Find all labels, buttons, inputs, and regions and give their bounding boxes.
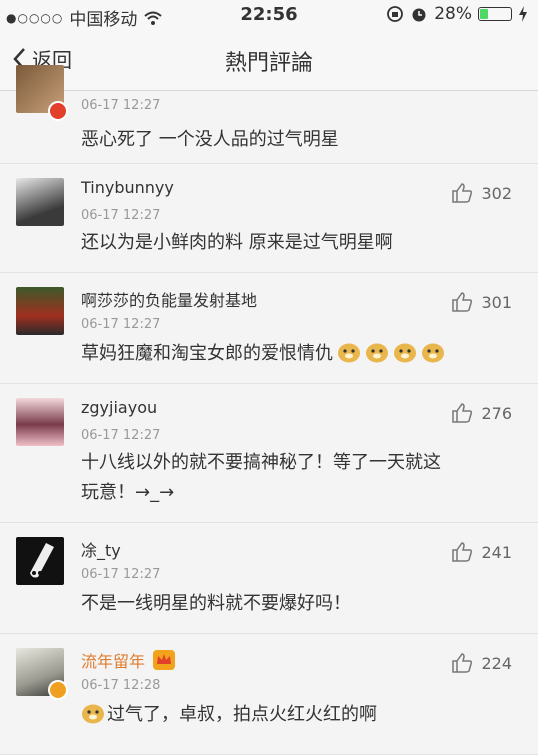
comment-item[interactable]: Tinybunnyy 06-17 12:27 还以为是小鲜肉的料 原来是过气明星… (0, 164, 538, 273)
thumbs-up-icon (452, 403, 473, 423)
doge-emoji-icon (81, 700, 105, 730)
ghost-avatar-icon (30, 543, 54, 578)
comment-text: 草妈狂魔和淘宝女郎的爱恨情仇 (81, 343, 333, 364)
comment-text: 还以为是小鲜肉的料 原来是过气明星啊 (81, 232, 393, 253)
avatar[interactable] (16, 287, 64, 335)
comment-body: 过气了，卓叔，拍点火红火红的啊 (81, 700, 518, 730)
nav-bar: 返回 熱門評論 (0, 30, 538, 91)
avatar[interactable] (16, 178, 64, 226)
thumbs-up-icon (452, 542, 473, 562)
red-v-badge-icon (48, 101, 68, 121)
comment-username[interactable]: Tinybunnyy (81, 178, 174, 197)
page-title: 熱門評論 (224, 51, 313, 76)
crown-vip-icon (153, 650, 176, 670)
doge-emoji-icon (421, 339, 445, 369)
battery-fill (480, 9, 488, 19)
comment-username: 流年留年 (81, 652, 146, 671)
comment-text: 过气了，卓叔，拍点火红火红的啊 (107, 704, 377, 725)
like-count: 302 (481, 183, 512, 203)
comment-time: 06-17 12:27 (81, 98, 161, 113)
comment-time: 06-17 12:27 (81, 428, 161, 443)
comment-time: 06-17 12:27 (81, 317, 161, 332)
comment-text-line: 十八线以外的就不要搞神秘了！等了一天就这 (81, 452, 441, 473)
comment-username[interactable]: 啊莎莎的负能量发射基地 (81, 287, 257, 311)
comment-time: 06-17 12:27 (81, 208, 161, 223)
doge-emoji-icon (337, 339, 361, 369)
like-button[interactable]: 302 (451, 182, 512, 204)
avatar[interactable] (16, 398, 64, 446)
comment-username[interactable]: zgyjiayou (81, 398, 157, 417)
comment-text: 十八线以外的就不要搞神秘了！等了一天就这 玩意！→_→ (81, 448, 518, 508)
like-button[interactable]: 276 (451, 402, 512, 424)
avatar[interactable] (16, 537, 64, 585)
comment-item[interactable]: 凃_ty 06-17 12:27 不是一线明星的料就不要爆好吗！ 241 (0, 523, 538, 634)
rotation-lock-icon (387, 6, 404, 22)
thumbs-up-icon (452, 183, 473, 203)
charging-icon (519, 6, 527, 22)
status-bar: ●○○○○ 中国移动 22:56 28% (0, 0, 538, 30)
like-count: 276 (481, 403, 512, 423)
comment-text: 恶心死了 一个没人品的过气明星 (81, 129, 339, 150)
thumbs-up-icon (452, 292, 473, 312)
battery-percent: 28% (434, 4, 472, 24)
like-count: 241 (481, 542, 512, 562)
comment-text: 不是一线明星的料就不要爆好吗！ (81, 593, 351, 614)
comment-list: 06-17 12:27 恶心死了 一个没人品的过气明星 Tinybunnyy 0… (0, 65, 538, 755)
comment-username[interactable]: 凃_ty (81, 537, 121, 561)
comment-text-line: 玩意！→_→ (81, 482, 175, 503)
comment-time: 06-17 12:27 (81, 567, 161, 582)
like-button[interactable]: 224 (451, 652, 512, 674)
comment-item[interactable]: 啊莎莎的负能量发射基地 06-17 12:27 草妈狂魔和淘宝女郎的爱恨情仇 3… (0, 273, 538, 384)
verified-v-badge-icon (48, 680, 68, 700)
comment-time: 06-17 12:28 (81, 678, 161, 693)
like-count: 301 (481, 292, 512, 312)
thumbs-up-icon (452, 653, 473, 673)
alarm-icon (412, 8, 426, 22)
like-button[interactable]: 301 (451, 291, 512, 313)
comment-item[interactable]: 06-17 12:27 恶心死了 一个没人品的过气明星 (0, 65, 538, 164)
like-button[interactable]: 241 (451, 541, 512, 563)
doge-emoji-icon (393, 339, 417, 369)
comment-body: 草妈狂魔和淘宝女郎的爱恨情仇 (81, 339, 518, 369)
doge-emoji-icon (365, 339, 389, 369)
comment-item[interactable]: 流年留年 06-17 12:28 过气了，卓叔，拍点火红火红的啊 224 (0, 634, 538, 755)
comment-username-row[interactable]: 流年留年 (81, 648, 176, 672)
comment-item[interactable]: zgyjiayou 06-17 12:27 十八线以外的就不要搞神秘了！等了一天… (0, 384, 538, 523)
like-count: 224 (481, 653, 512, 673)
battery-icon (478, 7, 512, 21)
